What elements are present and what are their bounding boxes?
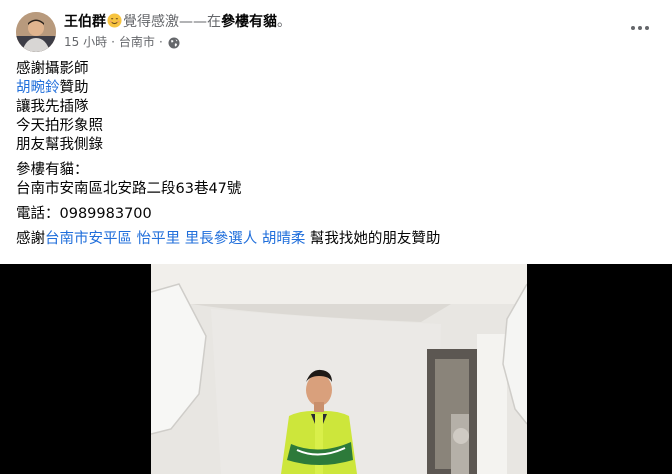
more-options-button[interactable] [624, 16, 656, 40]
header-text: 王伯群 覺得感激——在參樓有貓。 15 小時 · 台南市 · [64, 13, 291, 51]
body-line: 胡畹鈴贊助 [16, 79, 656, 98]
post-location[interactable]: 台南市 [119, 33, 155, 51]
grateful-emoji-icon [107, 13, 122, 28]
mention-candidate[interactable]: 台南市安平區 怡平里 里長參選人 胡晴柔 [45, 231, 305, 247]
post-title-line: 王伯群 覺得感激——在參樓有貓。 [64, 13, 291, 31]
facebook-post: 王伯群 覺得感激——在參樓有貓。 15 小時 · 台南市 · 感謝攝影師 胡畹鈴… [0, 0, 672, 474]
body-text: 幫我找她的朋友贊助 [305, 231, 441, 247]
mention-photographer[interactable]: 胡畹鈴 [16, 80, 60, 96]
studio-photo-image [151, 264, 527, 474]
post-meta: 15 小時 · 台南市 · [64, 33, 291, 51]
more-icon [631, 26, 649, 30]
author-name[interactable]: 王伯群 [64, 14, 106, 30]
body-line: 感謝台南市安平區 怡平里 里長參選人 胡晴柔 幫我找她的朋友贊助 [16, 230, 656, 249]
body-text: 贊助 [59, 80, 89, 96]
avatar-photo [16, 12, 56, 52]
post-body: 感謝攝影師 胡畹鈴贊助 讓我先插隊 今天拍形象照 朋友幫我側錄 參樓有貓： 台南… [16, 60, 656, 249]
title-period: 。 [277, 14, 291, 30]
avatar[interactable] [16, 12, 56, 52]
body-line: 讓我先插隊 [16, 99, 89, 115]
shop-label: 參樓有貓： [16, 162, 89, 178]
post-header: 王伯群 覺得感激——在參樓有貓。 15 小時 · 台南市 · [16, 12, 656, 52]
feeling-text: 覺得感激——在 [123, 14, 221, 30]
post-photo[interactable] [151, 264, 527, 474]
body-line: 今天拍形象照 [16, 118, 103, 134]
post-timestamp[interactable]: 15 小時 [64, 33, 107, 51]
shop-phone: 電話：0989983700 [16, 206, 152, 222]
body-line: 感謝攝影師 [16, 61, 89, 77]
place-link[interactable]: 參樓有貓 [221, 14, 277, 30]
body-text: 感謝 [16, 231, 45, 247]
shop-address: 台南市安南區北安路二段63巷47號 [16, 181, 242, 197]
globe-icon[interactable] [168, 36, 180, 49]
meta-separator: · [158, 35, 163, 49]
meta-separator: · [111, 35, 115, 49]
body-line: 朋友幫我側錄 [16, 137, 103, 153]
post-media[interactable] [0, 264, 672, 474]
